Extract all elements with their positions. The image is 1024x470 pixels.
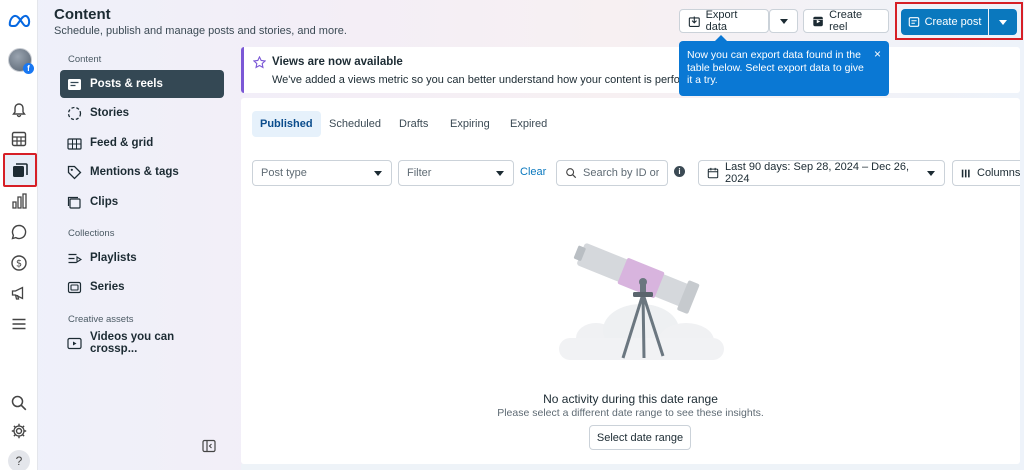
chevron-down-icon xyxy=(779,18,788,24)
tab-scheduled[interactable]: Scheduled xyxy=(321,111,389,137)
search-icon[interactable] xyxy=(8,392,30,414)
clips-icon xyxy=(67,196,81,209)
export-options-dropdown[interactable] xyxy=(769,9,798,33)
content-panel: Published Scheduled Drafts Expiring Expi… xyxy=(241,98,1020,464)
tab-expiring[interactable]: Expiring xyxy=(442,111,498,137)
insights-bar-icon[interactable] xyxy=(8,190,30,212)
create-post-button[interactable]: Create post xyxy=(901,9,988,35)
stories-icon xyxy=(67,106,82,120)
export-icon xyxy=(688,16,700,27)
post-icon xyxy=(908,17,919,27)
panel-bottom-edge xyxy=(241,464,1020,470)
meta-logo-icon[interactable] xyxy=(6,9,32,31)
create-post-options-dropdown[interactable] xyxy=(989,9,1017,35)
nav-item-stories[interactable]: Stories xyxy=(60,99,224,127)
feed-grid-icon xyxy=(67,137,82,150)
banner-text: We've added a views metric so you can be… xyxy=(272,74,682,86)
nav-item-mentions-tags[interactable]: Mentions & tags xyxy=(60,158,224,186)
chevron-down-icon xyxy=(374,171,382,176)
left-icon-rail: f $ ? xyxy=(0,0,38,470)
posts-icon xyxy=(68,78,81,90)
export-data-tooltip: Now you can export data found in the tab… xyxy=(679,35,889,96)
collapse-sidebar-icon[interactable] xyxy=(202,439,216,453)
chevron-down-icon xyxy=(496,171,504,176)
columns-icon xyxy=(961,169,970,177)
close-icon[interactable]: × xyxy=(874,48,881,61)
empty-state-title: No activity during this date range xyxy=(543,392,718,406)
search-icon xyxy=(566,168,577,179)
create-post-highlight: Create post xyxy=(895,2,1023,40)
export-data-button[interactable]: Export data xyxy=(679,9,769,33)
nav-heading-collections: Collections xyxy=(68,228,115,239)
banner-title: Views are now available xyxy=(272,56,403,68)
tab-published[interactable]: Published xyxy=(252,111,321,137)
nav-item-videos-crosspost[interactable]: Videos you can crossp... xyxy=(60,329,224,357)
nav-item-feed-grid[interactable]: Feed & grid xyxy=(60,129,224,157)
playlist-icon xyxy=(68,253,82,263)
telescope-illustration xyxy=(559,243,724,360)
views-announcement-banner: Views are now available We've added a vi… xyxy=(241,47,1020,93)
chevron-down-icon xyxy=(927,171,935,176)
nav-item-posts-reels[interactable]: Posts & reels xyxy=(60,70,224,98)
notifications-icon[interactable] xyxy=(8,98,30,120)
ads-megaphone-icon[interactable] xyxy=(8,282,30,304)
page-title: Content xyxy=(54,6,111,23)
series-icon xyxy=(67,281,82,293)
video-icon xyxy=(67,337,82,349)
nav-item-playlists[interactable]: Playlists xyxy=(60,244,224,272)
post-type-select[interactable]: Post type xyxy=(252,160,392,186)
tab-drafts[interactable]: Drafts xyxy=(391,111,436,137)
content-icon[interactable] xyxy=(3,153,37,187)
columns-button[interactable]: Columns xyxy=(952,160,1020,186)
empty-state-subtitle: Please select a different date range to … xyxy=(497,407,764,419)
page-subtitle: Schedule, publish and manage posts and s… xyxy=(54,25,347,37)
select-date-range-button[interactable]: Select date range xyxy=(589,425,691,450)
search-input[interactable]: Search by ID or cap xyxy=(556,160,668,186)
help-icon[interactable]: ? xyxy=(8,450,30,470)
settings-gear-icon[interactable] xyxy=(8,420,30,442)
svg-text:$: $ xyxy=(16,259,22,270)
planner-grid-icon[interactable] xyxy=(8,128,30,150)
facebook-badge-icon: f xyxy=(23,63,34,74)
nav-heading-content: Content xyxy=(68,54,102,65)
reel-icon xyxy=(813,16,823,26)
nav-item-series[interactable]: Series xyxy=(60,273,224,301)
tag-icon xyxy=(67,165,82,179)
monetization-dollar-icon[interactable]: $ xyxy=(8,252,30,274)
calendar-icon xyxy=(707,167,719,179)
profile-avatar[interactable]: f xyxy=(8,48,34,74)
inbox-chat-icon[interactable] xyxy=(8,221,30,243)
tab-expired[interactable]: Expired xyxy=(502,111,555,137)
nav-heading-creative-assets: Creative assets xyxy=(68,314,134,325)
clear-filters-link[interactable]: Clear xyxy=(520,166,546,178)
create-reel-button[interactable]: Create reel xyxy=(803,9,889,33)
filter-select[interactable]: Filter xyxy=(398,160,514,186)
info-icon[interactable]: i xyxy=(674,166,685,177)
star-icon xyxy=(253,56,266,69)
tooltip-text: Now you can export data found in the tab… xyxy=(687,49,864,86)
date-range-picker[interactable]: Last 90 days: Sep 28, 2024 – Dec 26, 202… xyxy=(698,160,945,186)
chevron-down-icon xyxy=(999,19,1007,25)
nav-item-clips[interactable]: Clips xyxy=(60,188,224,216)
menu-hamburger-icon[interactable] xyxy=(8,313,30,335)
